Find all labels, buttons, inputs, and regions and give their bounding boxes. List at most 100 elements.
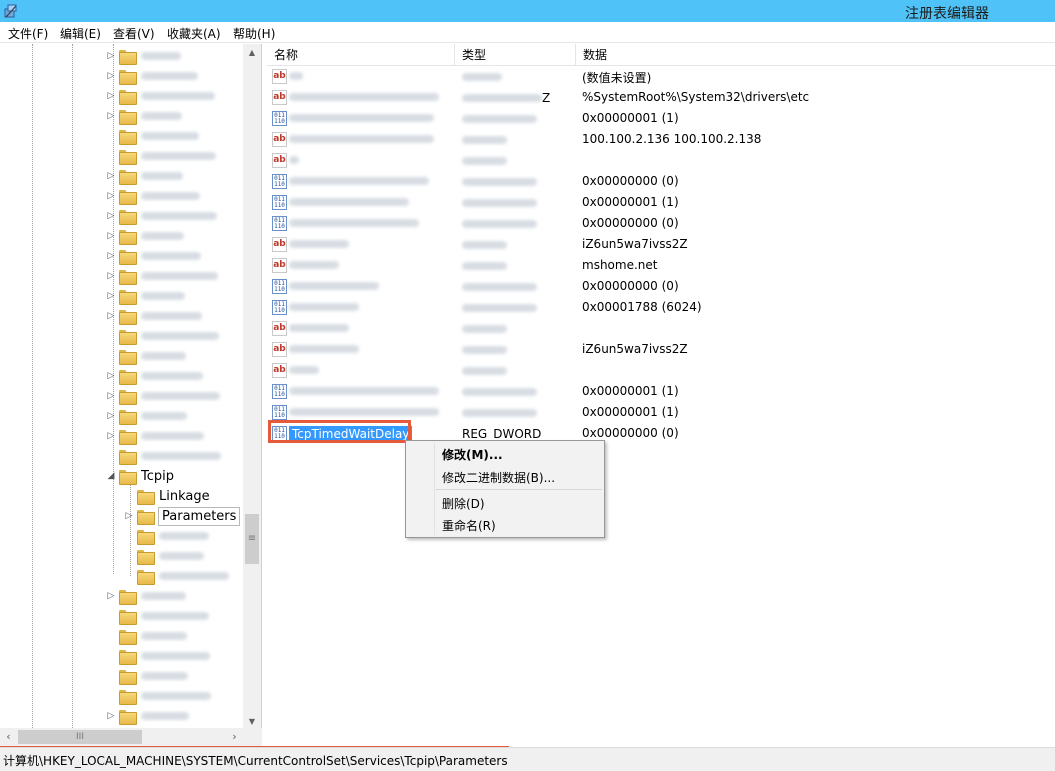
expand-arrow-icon[interactable]: ▷: [106, 291, 116, 301]
expand-arrow-icon[interactable]: ▷: [106, 591, 116, 601]
values-list[interactable]: 名称 类型 数据 ab (数值未设置) ab Z %SystemRoot%\System…: [267, 44, 1055, 746]
tree-node[interactable]: [106, 146, 216, 166]
table-row[interactable]: ab iZ6un5wa7ivss2Z: [267, 234, 1055, 255]
scroll-thumb-horizontal[interactable]: III: [18, 730, 142, 744]
expand-arrow-icon[interactable]: ▷: [106, 91, 116, 101]
tree-node[interactable]: ▷: [106, 226, 184, 246]
tree-node[interactable]: ▷: [106, 706, 189, 726]
expand-arrow-icon[interactable]: ▷: [106, 311, 116, 321]
tree-node[interactable]: [106, 606, 209, 626]
tree-node[interactable]: [106, 326, 219, 346]
tree-node[interactable]: [106, 126, 199, 146]
tree-node-tcpip[interactable]: ◢ Tcpip: [106, 466, 174, 486]
expand-arrow-icon[interactable]: ▷: [106, 391, 116, 401]
scroll-up-icon[interactable]: ▲: [243, 44, 261, 61]
tree-node[interactable]: [106, 346, 186, 366]
tree-node[interactable]: ▷: [106, 266, 218, 286]
tree-node[interactable]: [106, 646, 210, 666]
menu-view[interactable]: 查看(V): [113, 25, 155, 42]
table-row[interactable]: 011 110 0x00000001 (1): [267, 192, 1055, 213]
tree-node[interactable]: ▷: [106, 286, 185, 306]
menu-modify[interactable]: 修改(M)...: [442, 446, 503, 463]
collapse-arrow-icon[interactable]: ◢: [106, 471, 116, 481]
tree-node[interactable]: ▷: [106, 46, 181, 66]
table-row[interactable]: ab mshome.net: [267, 255, 1055, 276]
tree-node[interactable]: [106, 446, 221, 466]
expand-arrow-icon[interactable]: ▷: [106, 711, 116, 721]
folder-icon: [119, 329, 137, 345]
expand-arrow-icon[interactable]: ▷: [106, 111, 116, 121]
table-row[interactable]: ab 100.100.2.136 100.100.2.138: [267, 129, 1055, 150]
scroll-right-icon[interactable]: ›: [226, 728, 243, 746]
scroll-thumb[interactable]: ≡: [245, 514, 259, 564]
expand-arrow-icon[interactable]: ▷: [106, 71, 116, 81]
value-data: 100.100.2.136 100.100.2.138: [582, 132, 762, 146]
tree-node[interactable]: ▷: [106, 246, 201, 266]
expand-arrow-icon[interactable]: ▷: [106, 411, 116, 421]
tree-node[interactable]: ▷: [106, 426, 204, 446]
tree-node[interactable]: ▷: [106, 186, 200, 206]
value-name: [289, 216, 419, 230]
table-row[interactable]: 011 110 0x00000000 (0): [267, 213, 1055, 234]
folder-icon: [119, 669, 137, 685]
tree-node-parameters[interactable]: ▷ Parameters: [124, 506, 241, 526]
value-data: mshome.net: [582, 258, 658, 272]
menu-help[interactable]: 帮助(H): [233, 25, 275, 42]
table-row[interactable]: ab iZ6un5wa7ivss2Z: [267, 339, 1055, 360]
tree-node[interactable]: [124, 566, 229, 586]
menu-delete[interactable]: 删除(D): [442, 495, 485, 512]
tree-node[interactable]: ▷: [106, 66, 198, 86]
tree-node[interactable]: ▷: [106, 386, 220, 406]
expand-arrow-icon[interactable]: ▷: [106, 191, 116, 201]
tree-node[interactable]: ▷: [106, 306, 202, 326]
column-name-header[interactable]: 名称: [267, 44, 455, 66]
expand-arrow-icon[interactable]: ▷: [106, 171, 116, 181]
table-row[interactable]: ab (数值未设置): [267, 66, 1055, 87]
tree-node[interactable]: ▷: [106, 366, 203, 386]
tree-vertical-scrollbar[interactable]: ▲ ≡ ▼: [243, 44, 261, 730]
expand-arrow-icon[interactable]: ▷: [106, 231, 116, 241]
tree-horizontal-scrollbar[interactable]: ‹ III ›: [0, 728, 262, 746]
tree-node[interactable]: ▷: [106, 86, 215, 106]
menu-edit[interactable]: 编辑(E): [60, 25, 101, 42]
folder-icon: [119, 469, 137, 485]
tree-node[interactable]: ▷: [106, 406, 187, 426]
redacted-label: [159, 532, 209, 540]
table-row[interactable]: ab: [267, 150, 1055, 171]
expand-arrow-icon[interactable]: ▷: [106, 211, 116, 221]
registry-tree[interactable]: ▷ ▷ ▷ ▷ ▷ ▷ ▷ ▷ ▷ ▷ ▷ ▷ ▷ ▷ ▷ ▷ ◢ Tcpip Linkage ▷ Parameters…: [0, 44, 262, 746]
table-row[interactable]: ab: [267, 360, 1055, 381]
tree-node[interactable]: [124, 526, 209, 546]
value-name: [289, 174, 429, 188]
scroll-left-icon[interactable]: ‹: [0, 728, 17, 746]
tree-node[interactable]: ▷: [106, 586, 186, 606]
expand-arrow-icon[interactable]: ▷: [124, 511, 134, 521]
expand-arrow-icon[interactable]: ▷: [106, 271, 116, 281]
expand-arrow-icon[interactable]: ▷: [106, 51, 116, 61]
column-type-header[interactable]: 类型: [455, 44, 576, 66]
expand-arrow-icon[interactable]: ▷: [106, 431, 116, 441]
menu-rename[interactable]: 重命名(R): [442, 517, 496, 534]
table-row[interactable]: ab Z %SystemRoot%\System32\drivers\etc: [267, 87, 1055, 108]
tree-node[interactable]: ▷: [106, 206, 217, 226]
column-data-header[interactable]: 数据: [576, 44, 1055, 66]
expand-arrow-icon[interactable]: ▷: [106, 371, 116, 381]
menu-favorites[interactable]: 收藏夹(A): [167, 25, 221, 42]
tree-node[interactable]: [124, 546, 204, 566]
menu-modify-binary[interactable]: 修改二进制数据(B)...: [442, 469, 555, 486]
table-row[interactable]: 011 110 0x00000001 (1): [267, 381, 1055, 402]
table-row[interactable]: ab: [267, 318, 1055, 339]
tree-node[interactable]: [106, 626, 187, 646]
tree-node-linkage[interactable]: Linkage: [124, 486, 210, 506]
redacted-label: [141, 712, 189, 720]
expand-arrow-icon[interactable]: ▷: [106, 251, 116, 261]
table-row[interactable]: 011 110 0x00001788 (6024): [267, 297, 1055, 318]
tree-node[interactable]: ▷: [106, 166, 183, 186]
tree-node[interactable]: ▷: [106, 106, 182, 126]
table-row[interactable]: 011 110 0x00000001 (1): [267, 108, 1055, 129]
table-row[interactable]: 011 110 0x00000000 (0): [267, 171, 1055, 192]
table-row[interactable]: 011 110 0x00000000 (0): [267, 276, 1055, 297]
menu-file[interactable]: 文件(F): [8, 25, 48, 42]
tree-node[interactable]: [106, 686, 211, 706]
tree-node[interactable]: [106, 666, 188, 686]
